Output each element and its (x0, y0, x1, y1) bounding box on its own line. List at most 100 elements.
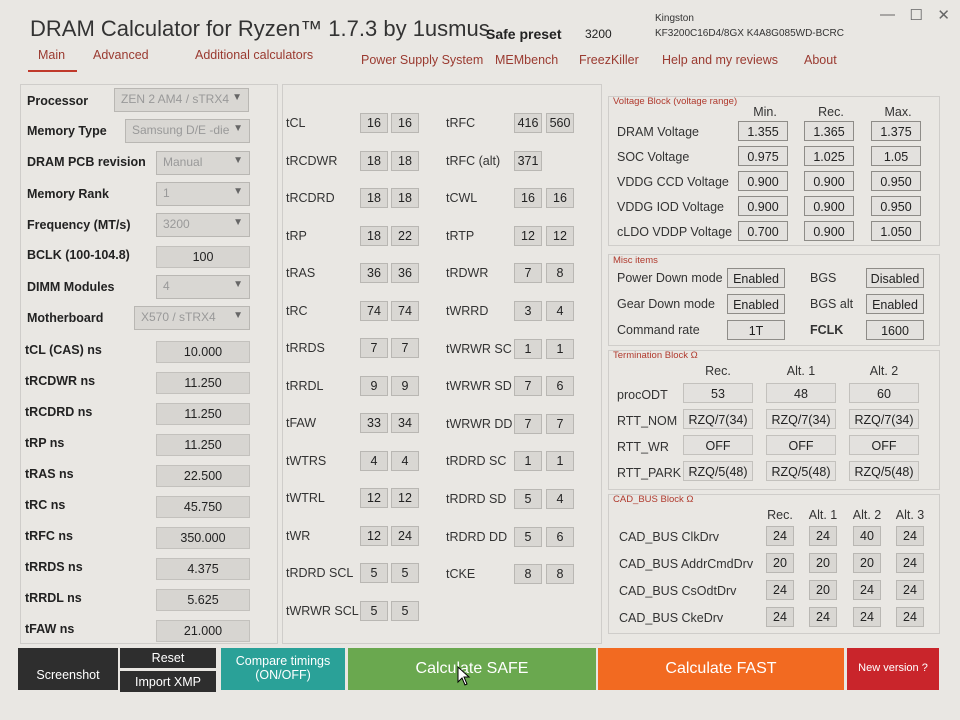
timing-value-b[interactable]: 24 (391, 525, 419, 546)
timing-value-a[interactable]: 3 (514, 301, 542, 321)
tab-power-supply-system[interactable]: Power Supply System (361, 53, 483, 67)
timing-value-a[interactable]: 12 (360, 488, 388, 508)
reset-button[interactable]: Reset (120, 648, 216, 668)
timing-value-a[interactable]: 9 (360, 375, 388, 396)
termination-value[interactable]: 60 (849, 383, 919, 403)
timing-value-a[interactable]: 18 (360, 188, 388, 208)
termination-value[interactable]: OFF (766, 435, 836, 455)
tab-additional-calculators[interactable]: Additional calculators (195, 48, 313, 62)
cadbus-value[interactable]: 24 (766, 526, 794, 546)
misc-value[interactable]: Disabled (866, 268, 924, 288)
timing-value-a[interactable]: 5 (514, 526, 542, 547)
timing-value-b[interactable]: 74 (391, 300, 419, 321)
timing-value-b[interactable]: 6 (546, 526, 574, 547)
voltage-value[interactable]: 0.950 (871, 196, 921, 216)
memory-type-select[interactable]: Samsung D/E -die ▼ (125, 119, 250, 143)
timing-value-b[interactable]: 7 (391, 338, 419, 358)
cadbus-value[interactable]: 20 (853, 553, 881, 573)
timing-value-a[interactable]: 5 (360, 563, 388, 583)
close-icon[interactable]: ✕ (937, 6, 950, 24)
cadbus-value[interactable]: 24 (809, 607, 837, 627)
timing-value-a[interactable]: 7 (514, 376, 542, 397)
timing-value-a[interactable]: 33 (360, 413, 388, 433)
timing-value-b[interactable]: 1 (546, 338, 574, 359)
timing-value-b[interactable]: 18 (391, 150, 419, 171)
cadbus-value[interactable]: 20 (766, 553, 794, 573)
cadbus-value[interactable]: 24 (896, 553, 924, 573)
timing-value-a[interactable]: 7 (514, 413, 542, 434)
timing-value-a[interactable]: 18 (360, 225, 388, 246)
timing-value-b[interactable]: 7 (546, 413, 574, 434)
misc-value[interactable]: Enabled (727, 268, 785, 288)
motherboard-select[interactable]: X570 / sTRX4 ▼ (134, 306, 250, 330)
calculate-safe-button[interactable]: Calculate SAFE (348, 648, 596, 690)
cadbus-value[interactable]: 20 (809, 580, 837, 600)
timing-value-a[interactable]: 74 (360, 300, 388, 321)
compare-timings-button[interactable]: Compare timings (ON/OFF) (221, 648, 345, 690)
timing-value-b[interactable]: 16 (546, 188, 574, 209)
pcb-revision-select[interactable]: Manual ▼ (156, 151, 250, 175)
voltage-value[interactable]: 0.900 (804, 171, 854, 191)
timing-value-a[interactable]: 371 (514, 150, 542, 171)
timing-value-b[interactable]: 12 (391, 488, 419, 508)
maximize-icon[interactable]: ☐ (909, 6, 922, 24)
timing-value-a[interactable]: 1 (514, 451, 542, 472)
timing-value-b[interactable]: 6 (546, 376, 574, 397)
timing-value-b[interactable]: 1 (546, 451, 574, 472)
termination-value[interactable]: RZQ/7(34) (683, 409, 753, 429)
timing-value-a[interactable]: 1 (514, 338, 542, 359)
timing-value-b[interactable]: 5 (391, 600, 419, 621)
cadbus-value[interactable]: 24 (853, 580, 881, 600)
timing-value-a[interactable]: 7 (514, 263, 542, 284)
timing-value-a[interactable]: 18 (360, 150, 388, 171)
termination-value[interactable]: 53 (683, 383, 753, 403)
timing-value-a[interactable]: 16 (360, 113, 388, 133)
screenshot-button[interactable]: Screenshot (18, 648, 118, 690)
voltage-value[interactable]: 0.975 (738, 146, 788, 166)
import-xmp-button[interactable]: Import XMP (120, 671, 216, 692)
voltage-value[interactable]: 1.355 (738, 121, 788, 141)
voltage-value[interactable]: 1.025 (804, 146, 854, 166)
timing-value-b[interactable]: 34 (391, 413, 419, 433)
memory-rank-select[interactable]: 1 ▼ (156, 182, 250, 206)
termination-value[interactable]: RZQ/5(48) (849, 461, 919, 481)
voltage-value[interactable]: 1.050 (871, 221, 921, 241)
timing-value-b[interactable]: 4 (546, 301, 574, 321)
tab-about[interactable]: About (804, 53, 837, 67)
tab-advanced[interactable]: Advanced (93, 48, 149, 62)
voltage-value[interactable]: 0.950 (871, 171, 921, 191)
timing-value-a[interactable]: 12 (360, 525, 388, 546)
termination-value[interactable]: RZQ/7(34) (849, 409, 919, 429)
cadbus-value[interactable]: 24 (896, 526, 924, 546)
new-version-button[interactable]: New version ? (847, 648, 939, 690)
timing-value-a[interactable]: 416 (514, 113, 542, 133)
tab-main[interactable]: Main (28, 48, 78, 72)
termination-value[interactable]: RZQ/5(48) (766, 461, 836, 481)
termination-value[interactable]: 48 (766, 383, 836, 403)
termination-value[interactable]: OFF (683, 435, 753, 455)
timing-value-b[interactable]: 8 (546, 263, 574, 284)
timing-value-a[interactable]: 16 (514, 188, 542, 209)
misc-value[interactable]: 1T (727, 320, 785, 340)
voltage-value[interactable]: 0.900 (738, 196, 788, 216)
voltage-value[interactable]: 1.365 (804, 121, 854, 141)
timing-value-b[interactable]: 16 (391, 113, 419, 133)
calculate-fast-button[interactable]: Calculate FAST (598, 648, 844, 690)
voltage-value[interactable]: 0.900 (804, 196, 854, 216)
bclk-input[interactable]: 100 (156, 246, 250, 268)
timing-value-b[interactable]: 12 (546, 225, 574, 246)
voltage-value[interactable]: 0.900 (738, 171, 788, 191)
timing-value-b[interactable]: 4 (546, 489, 574, 509)
cadbus-value[interactable]: 24 (896, 580, 924, 600)
minimize-icon[interactable]: — (880, 6, 895, 24)
timing-value-b[interactable]: 22 (391, 225, 419, 246)
termination-value[interactable]: OFF (849, 435, 919, 455)
cadbus-value[interactable]: 20 (809, 553, 837, 573)
timing-value-a[interactable]: 5 (514, 489, 542, 509)
cadbus-value[interactable]: 24 (809, 526, 837, 546)
voltage-value[interactable]: 1.375 (871, 121, 921, 141)
timing-value-a[interactable]: 7 (360, 338, 388, 358)
dimm-modules-select[interactable]: 4 ▼ (156, 275, 250, 299)
cadbus-value[interactable]: 24 (853, 607, 881, 627)
cadbus-value[interactable]: 24 (896, 607, 924, 627)
